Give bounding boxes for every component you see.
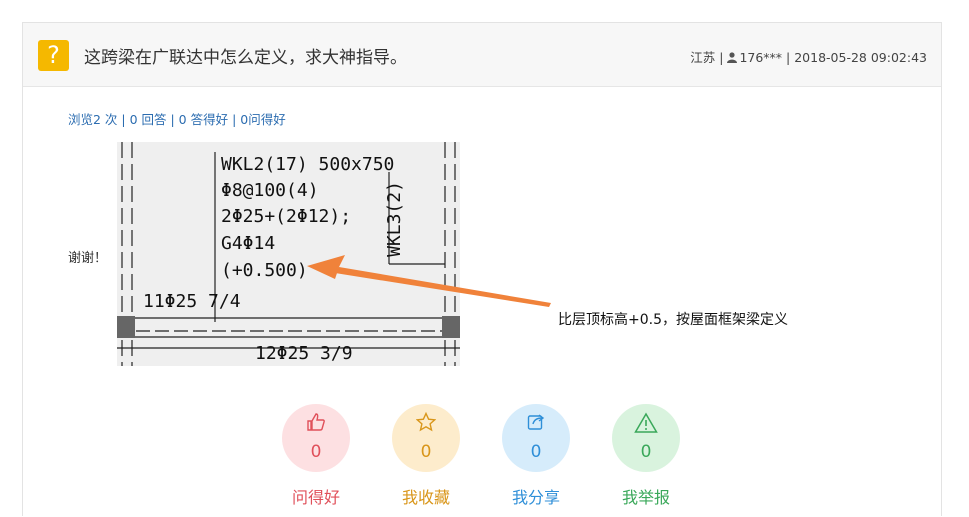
favorite-label: 我收藏 [401, 488, 450, 507]
share-icon [527, 414, 545, 430]
beam-label-line1: WKL2(17) 500x750 [221, 154, 395, 175]
favorite-circle[interactable]: 0 [392, 404, 460, 472]
question-header: ? 这跨梁在广联达中怎么定义，求大神指导。 江苏 | 176*** | 2018… [23, 23, 941, 87]
share-label: 我分享 [511, 488, 560, 507]
thumbs-up-icon [307, 413, 325, 431]
share-button[interactable]: 0 我分享 [481, 404, 591, 508]
beam-label-line4: G4Φ14 [221, 233, 276, 254]
good-question-label: 问得好 [291, 488, 340, 507]
beam-label-line2: Φ8@100(4) [221, 180, 319, 201]
post-datetime: 2018-05-28 09:02:43 [794, 50, 927, 65]
annotation-text: 比层顶标高+0.5，按屋面框架梁定义 [558, 312, 788, 328]
question-icon: ? [38, 40, 69, 71]
username[interactable]: 176*** [739, 50, 782, 65]
location: 江苏 [690, 50, 716, 65]
star-icon [416, 412, 436, 432]
user-icon [727, 52, 738, 63]
report-circle[interactable]: 0 [612, 404, 680, 472]
report-label: 我举报 [621, 488, 670, 507]
good-question-count: 0 [310, 442, 322, 462]
top-rebar-label: 11Φ25 7/4 [143, 291, 241, 312]
question-stats: 浏览2 次 | 0 回答 | 0 答得好 | 0问得好 [68, 112, 286, 127]
report-count: 0 [640, 442, 652, 462]
question-meta: 江苏 | 176*** | 2018-05-28 09:02:43 [690, 50, 927, 65]
cad-lines [117, 142, 460, 366]
share-circle[interactable]: 0 [502, 404, 570, 472]
favorite-button[interactable]: 0 我收藏 [371, 404, 481, 508]
question-body-text: 谢谢！ [68, 251, 108, 266]
beam-label-line3: 2Φ25+(2Φ12); [221, 206, 352, 227]
share-count: 0 [530, 442, 542, 462]
cad-drawing-image: WKL2(17) 500x750 Φ8@100(4) 2Φ25+(2Φ12); … [117, 142, 460, 366]
question-card: ? 这跨梁在广联达中怎么定义，求大神指导。 江苏 | 176*** | 2018… [22, 22, 942, 516]
beam-elevation: (+0.500) [221, 260, 308, 281]
bottom-rebar-label: 12Φ25 3/9 [255, 343, 353, 364]
question-title: 这跨梁在广联达中怎么定义，求大神指导。 [84, 48, 407, 68]
side-beam-label: WKL3(2) [383, 181, 405, 257]
warning-icon [634, 412, 658, 433]
report-button[interactable]: 0 我举报 [591, 404, 701, 508]
favorite-count: 0 [420, 442, 432, 462]
good-question-circle[interactable]: 0 [282, 404, 350, 472]
good-question-button[interactable]: 0 问得好 [261, 404, 371, 508]
